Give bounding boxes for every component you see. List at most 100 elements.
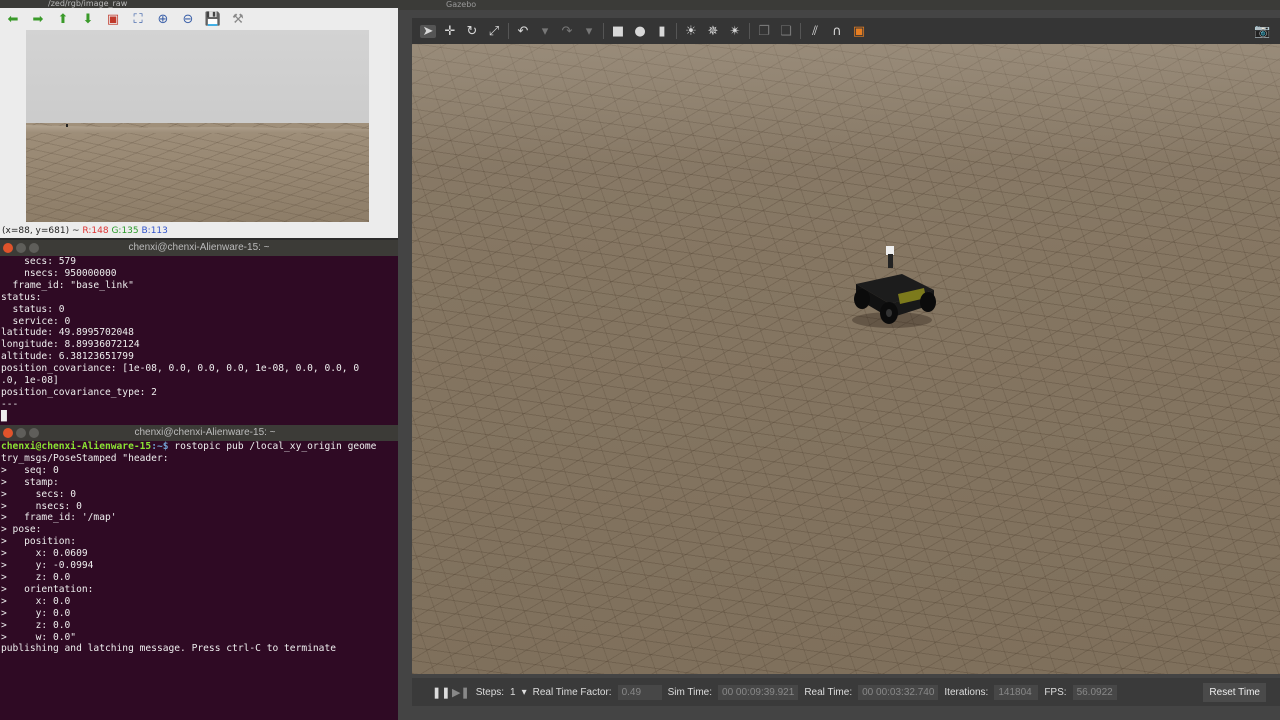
simtime-value: 00 00:09:39.921 bbox=[718, 684, 799, 700]
terminal-line: > nsecs: 0 bbox=[1, 500, 82, 512]
terminal-line: > x: 0.0 bbox=[1, 595, 71, 607]
box-shape-icon[interactable]: ■ bbox=[610, 25, 626, 38]
gazebo-statusbar: ❚❚ ▶❚ Steps: 1 ▾ Real Time Factor: 0.49 … bbox=[412, 678, 1280, 706]
down-arrow-icon[interactable]: ⬇ bbox=[77, 9, 99, 29]
terminal-title: chenxi@chenxi-Alienware-15: ~ bbox=[128, 242, 270, 253]
gazebo-window: Gazebo ➤ ✛ ↻ ⤢ ↶ ▾ ↷ ▾ ■ ● ▮ ☀ ✵ ✴ ❐ ❑ ⫽… bbox=[398, 0, 1280, 720]
terminal-line: > w: 0.0" bbox=[1, 631, 77, 643]
scale-mode-icon[interactable]: ⤢ bbox=[486, 25, 502, 38]
terminal-output: try_msgs/PoseStamped "header: > seq: 0 >… bbox=[0, 453, 410, 655]
step-icon[interactable]: ▶❚ bbox=[452, 686, 470, 699]
translate-mode-icon[interactable]: ✛ bbox=[442, 25, 458, 38]
terminal-line: > x: 0.0609 bbox=[1, 548, 88, 560]
terminal-gps-echo[interactable]: chenxi@chenxi-Alienware-15: ~ secs: 579 … bbox=[0, 240, 398, 425]
change-view-icon[interactable]: ▣ bbox=[851, 25, 867, 38]
simtime-label: Sim Time: bbox=[667, 686, 713, 698]
align-icon[interactable]: ⫽ bbox=[807, 25, 823, 38]
iterations-value: 141804 bbox=[994, 684, 1039, 700]
terminal-line: > secs: 0 bbox=[1, 488, 77, 500]
screenshot-icon[interactable]: 📷 bbox=[1254, 25, 1270, 38]
terminal-line: > orientation: bbox=[1, 583, 94, 595]
paste-icon[interactable]: ❑ bbox=[778, 25, 794, 38]
terminal-line: frame_id: "base_link" bbox=[1, 279, 134, 291]
terminal-line: longitude: 8.89936072124 bbox=[1, 339, 140, 351]
select-mode-icon[interactable]: ➤ bbox=[420, 24, 436, 38]
terminal-titlebar: chenxi@chenxi-Alienware-15: ~ bbox=[0, 240, 398, 256]
terminal-line: > stamp: bbox=[1, 476, 59, 488]
copy-icon[interactable]: ❐ bbox=[756, 25, 772, 38]
terminal-title: chenxi@chenxi-Alienware-15: ~ bbox=[134, 427, 276, 438]
terminal-line: secs: 579 bbox=[1, 256, 77, 267]
steps-label: Steps: bbox=[475, 686, 505, 698]
directional-light-icon[interactable]: ✴ bbox=[727, 25, 743, 38]
terminal-rostopic-pub[interactable]: chenxi@chenxi-Alienware-15: ~ chenxi@che… bbox=[0, 425, 412, 720]
gazebo-toolbar: ➤ ✛ ↻ ⤢ ↶ ▾ ↷ ▾ ■ ● ▮ ☀ ✵ ✴ ❐ ❑ ⫽ ∩ ▣ 📷 bbox=[412, 18, 1280, 44]
husky-robot-model[interactable] bbox=[842, 244, 942, 334]
redo-dropdown-icon[interactable]: ▾ bbox=[581, 25, 597, 38]
save-icon[interactable]: 💾 bbox=[202, 9, 224, 29]
spot-light-icon[interactable]: ✵ bbox=[705, 25, 721, 38]
realtime-label: Real Time: bbox=[804, 686, 853, 698]
gazebo-3d-view[interactable] bbox=[412, 44, 1280, 674]
terminal-line: > z: 0.0 bbox=[1, 571, 71, 583]
terminal-line: --- bbox=[1, 398, 19, 410]
fps-value: 56.0922 bbox=[1072, 684, 1117, 700]
point-light-icon[interactable]: ☀ bbox=[683, 25, 699, 38]
terminal-line: position_covariance_type: 2 bbox=[1, 386, 157, 398]
command-text: rostopic pub /local_xy_origin geome bbox=[168, 441, 377, 452]
camera-image bbox=[26, 30, 369, 222]
redo-icon[interactable]: ↷ bbox=[559, 25, 575, 38]
pixel-coords: (x=88, y=681) ~ bbox=[2, 226, 83, 236]
terminal-line: status: bbox=[1, 291, 42, 303]
sphere-shape-icon[interactable]: ● bbox=[632, 25, 648, 38]
fps-label: FPS: bbox=[1044, 686, 1067, 698]
zoom-out-icon[interactable]: ⊖ bbox=[177, 9, 199, 29]
terminal-line: nsecs: 950000000 bbox=[1, 267, 117, 279]
reset-time-button[interactable]: Reset Time bbox=[1203, 682, 1266, 702]
snap-icon[interactable]: ∩ bbox=[829, 25, 845, 38]
image-view-title: /zed/rgb/image_raw bbox=[0, 0, 398, 8]
fit-icon[interactable]: ⛶ bbox=[127, 9, 149, 29]
pixel-green: G:135 bbox=[111, 226, 139, 236]
prompt-user: chenxi@chenxi-Alienware-15 bbox=[1, 441, 152, 452]
pixel-status: (x=88, y=681) ~ R:148 G:135 B:113 bbox=[0, 225, 398, 238]
terminal-line: try_msgs/PoseStamped "header: bbox=[1, 452, 169, 464]
back-arrow-icon[interactable]: ⬅ bbox=[2, 9, 24, 29]
undo-dropdown-icon[interactable]: ▾ bbox=[537, 25, 553, 38]
rotate-mode-icon[interactable]: ↻ bbox=[464, 25, 480, 38]
rtf-label: Real Time Factor: bbox=[532, 686, 612, 698]
rtf-value: 0.49 bbox=[617, 684, 662, 700]
terminal-line: latitude: 49.8995702048 bbox=[1, 327, 134, 339]
terminal-line: position_covariance: [1e-08, 0.0, 0.0, 0… bbox=[1, 363, 360, 375]
terminal-line: > position: bbox=[1, 536, 77, 548]
image-view-toolbar: ⬅ ➡ ⬆ ⬇ ▣ ⛶ ⊕ ⊖ 💾 ⚒ bbox=[0, 8, 398, 30]
terminal-line: > y: 0.0 bbox=[1, 607, 71, 619]
terminal-line: > seq: 0 bbox=[1, 464, 59, 476]
terminal-line: publishing and latching message. Press c… bbox=[1, 643, 337, 655]
zoom-in-icon[interactable]: ⊕ bbox=[152, 9, 174, 29]
terminal-line: > frame_id: '/map' bbox=[1, 512, 117, 524]
pixel-red: R:148 bbox=[82, 226, 109, 236]
prompt-path: :~$ bbox=[151, 441, 169, 452]
iterations-label: Iterations: bbox=[944, 686, 989, 698]
save-image-icon[interactable]: ▣ bbox=[102, 9, 124, 29]
forward-arrow-icon[interactable]: ➡ bbox=[27, 9, 49, 29]
steps-value[interactable]: 1 bbox=[510, 687, 516, 698]
terminal-titlebar: chenxi@chenxi-Alienware-15: ~ bbox=[0, 425, 410, 441]
pixel-blue: B:113 bbox=[141, 226, 168, 236]
terminal-output: secs: 579 nsecs: 950000000 frame_id: "ba… bbox=[0, 256, 398, 423]
settings-icon[interactable]: ⚒ bbox=[227, 9, 249, 29]
steps-dropdown-icon[interactable]: ▾ bbox=[522, 687, 527, 698]
up-arrow-icon[interactable]: ⬆ bbox=[52, 9, 74, 29]
undo-icon[interactable]: ↶ bbox=[515, 25, 531, 38]
cylinder-shape-icon[interactable]: ▮ bbox=[654, 25, 670, 38]
terminal-line: █ bbox=[1, 410, 7, 422]
realtime-value: 00 00:03:32.740 bbox=[858, 684, 939, 700]
gazebo-title: Gazebo bbox=[398, 0, 1280, 10]
image-view-window: /zed/rgb/image_raw ⬅ ➡ ⬆ ⬇ ▣ ⛶ ⊕ ⊖ 💾 ⚒ (… bbox=[0, 0, 398, 238]
terminal-line: > z: 0.0 bbox=[1, 619, 71, 631]
pause-icon[interactable]: ❚❚ bbox=[432, 686, 450, 699]
terminal-command-line: chenxi@chenxi-Alienware-15:~$ rostopic p… bbox=[0, 441, 410, 453]
terminal-line: .0, 1e-08] bbox=[1, 375, 59, 387]
terminal-line: > pose: bbox=[1, 524, 42, 536]
